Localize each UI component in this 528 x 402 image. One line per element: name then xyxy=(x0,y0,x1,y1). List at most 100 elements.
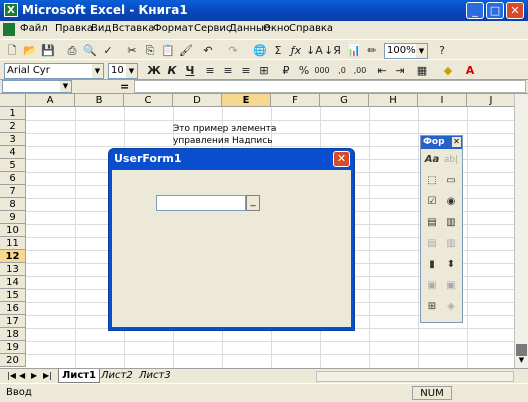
autosum-icon[interactable]: Σ xyxy=(270,43,286,59)
underline-button[interactable]: Ч xyxy=(182,63,198,79)
fill-color-icon[interactable]: ◆ xyxy=(440,63,456,79)
vertical-scrollbar[interactable]: ▼ xyxy=(514,94,528,368)
column-header[interactable]: D xyxy=(173,94,222,107)
menu-view[interactable]: Вид xyxy=(91,23,111,37)
function-icon[interactable]: ƒx xyxy=(288,43,304,59)
userform-textbox[interactable] xyxy=(156,195,246,211)
bold-button[interactable]: Ж xyxy=(146,63,162,79)
control-properties-icon[interactable]: ▣ xyxy=(424,278,440,294)
format-painter-icon[interactable]: 🖌 xyxy=(178,43,194,59)
hyperlink-icon[interactable]: 🌐 xyxy=(252,43,268,59)
button-tool-icon[interactable]: ▭ xyxy=(443,173,459,189)
preview-icon[interactable]: 🔍 xyxy=(82,43,98,59)
column-header[interactable]: H xyxy=(369,94,418,107)
minimize-button[interactable]: _ xyxy=(466,2,484,19)
row-header[interactable]: 15 xyxy=(0,289,26,302)
label-tool-icon[interactable]: Aa xyxy=(424,152,440,168)
copy-icon[interactable]: ⎘ xyxy=(142,43,158,59)
print-icon[interactable]: ⎙ xyxy=(64,43,80,59)
paste-icon[interactable]: 📋 xyxy=(160,43,176,59)
select-all-corner[interactable] xyxy=(0,94,26,107)
column-header-selected[interactable]: E xyxy=(222,94,271,107)
row-header[interactable]: 20 xyxy=(0,354,26,367)
toggle-grid-icon[interactable]: ⊞ xyxy=(424,299,440,315)
column-header[interactable]: G xyxy=(320,94,369,107)
sheet-tab-active[interactable]: Лист1 xyxy=(58,369,100,383)
column-header[interactable]: A xyxy=(26,94,75,107)
edit-code-icon[interactable]: ▣ xyxy=(443,278,459,294)
sort-desc-icon[interactable]: ↓Я xyxy=(324,43,341,59)
increase-decimal-icon[interactable]: ,0 xyxy=(334,63,350,79)
row-header[interactable]: 19 xyxy=(0,341,26,354)
combo-list-edit-tool-icon[interactable]: ▤ xyxy=(424,236,440,252)
new-icon[interactable]: 🗋 xyxy=(4,43,20,59)
sheet-tab[interactable]: Лист3 xyxy=(136,369,174,383)
cut-icon[interactable]: ✂ xyxy=(124,43,140,59)
row-header[interactable]: 4 xyxy=(0,146,26,159)
label-control-line2[interactable]: управления Надпись xyxy=(173,136,273,146)
name-box[interactable]: ▼ xyxy=(2,80,72,93)
document-icon[interactable] xyxy=(3,23,15,36)
row-header[interactable]: 2 xyxy=(0,120,26,133)
listbox-tool-icon[interactable]: ▤ xyxy=(424,215,440,231)
checkbox-tool-icon[interactable]: ☑ xyxy=(424,194,440,210)
chart-wizard-icon[interactable]: 📊 xyxy=(346,43,362,59)
spinner-tool-icon[interactable]: ⬍ xyxy=(443,257,459,273)
align-right-icon[interactable]: ≡ xyxy=(238,63,254,79)
scroll-down-icon[interactable]: ▼ xyxy=(516,356,527,366)
textbox-tool-icon[interactable]: ab| xyxy=(443,152,459,168)
zoom-select[interactable]: 100% ▼ xyxy=(384,43,428,59)
font-size-select[interactable]: 10 ▼ xyxy=(108,63,138,79)
combo-dropdown-edit-tool-icon[interactable]: ▥ xyxy=(443,236,459,252)
next-sheet-icon[interactable]: ▶ xyxy=(28,369,40,383)
align-center-icon[interactable]: ≡ xyxy=(220,63,236,79)
decrease-indent-icon[interactable]: ⇤ xyxy=(374,63,390,79)
merge-center-icon[interactable]: ⊞ xyxy=(256,63,272,79)
undo-icon[interactable]: ↶ xyxy=(200,43,216,59)
formula-input[interactable] xyxy=(134,80,526,93)
row-header[interactable]: 1 xyxy=(0,107,26,120)
column-header[interactable]: J xyxy=(467,94,514,107)
increase-indent-icon[interactable]: ⇥ xyxy=(392,63,408,79)
italic-button[interactable]: К xyxy=(164,63,180,79)
maximize-button[interactable]: □ xyxy=(486,2,504,19)
row-header[interactable]: 13 xyxy=(0,263,26,276)
combobox-tool-icon[interactable]: ▥ xyxy=(443,215,459,231)
menu-edit[interactable]: Правка xyxy=(55,23,93,37)
row-header[interactable]: 18 xyxy=(0,328,26,341)
menu-tools[interactable]: Сервис xyxy=(194,23,231,37)
userform-close-button[interactable]: ✕ xyxy=(333,151,350,167)
option-button-tool-icon[interactable]: ◉ xyxy=(443,194,459,210)
menu-help[interactable]: Справка xyxy=(289,23,333,37)
menu-insert[interactable]: Вставка xyxy=(112,23,154,37)
forms-toolbar-close-icon[interactable]: ✕ xyxy=(452,137,461,147)
row-header-selected[interactable]: 12 xyxy=(0,250,26,263)
row-header[interactable]: 17 xyxy=(0,315,26,328)
column-header[interactable]: C xyxy=(124,94,173,107)
horizontal-scrollbar[interactable] xyxy=(316,371,514,382)
menu-file[interactable]: Файл xyxy=(20,23,48,37)
column-header[interactable]: F xyxy=(271,94,320,107)
userform-window[interactable]: UserForm1 ✕ _ xyxy=(108,148,355,331)
run-dialog-icon[interactable]: ◈ xyxy=(443,299,459,315)
row-header[interactable]: 5 xyxy=(0,159,26,172)
decrease-decimal-icon[interactable]: ,00 xyxy=(352,63,368,79)
open-icon[interactable]: 📂 xyxy=(22,43,38,59)
row-header[interactable]: 16 xyxy=(0,302,26,315)
close-button[interactable]: ✕ xyxy=(506,2,524,19)
save-icon[interactable]: 💾 xyxy=(40,43,56,59)
sort-asc-icon[interactable]: ↓A xyxy=(306,43,323,59)
redo-icon[interactable]: ↷ xyxy=(225,43,241,59)
label-control-line1[interactable]: Это пример элемента xyxy=(173,124,276,134)
font-select[interactable]: Arial Cyr ▼ xyxy=(4,63,104,79)
percent-icon[interactable]: % xyxy=(296,63,312,79)
row-header[interactable]: 10 xyxy=(0,224,26,237)
row-header[interactable]: 7 xyxy=(0,185,26,198)
menu-window[interactable]: Окно xyxy=(263,23,290,37)
currency-icon[interactable]: ₽ xyxy=(278,63,294,79)
scrollbar-tool-icon[interactable]: ▮ xyxy=(424,257,440,273)
align-left-icon[interactable]: ≡ xyxy=(202,63,218,79)
row-header[interactable]: 14 xyxy=(0,276,26,289)
font-color-icon[interactable]: A xyxy=(462,63,478,79)
excel-icon[interactable]: X xyxy=(4,3,18,17)
